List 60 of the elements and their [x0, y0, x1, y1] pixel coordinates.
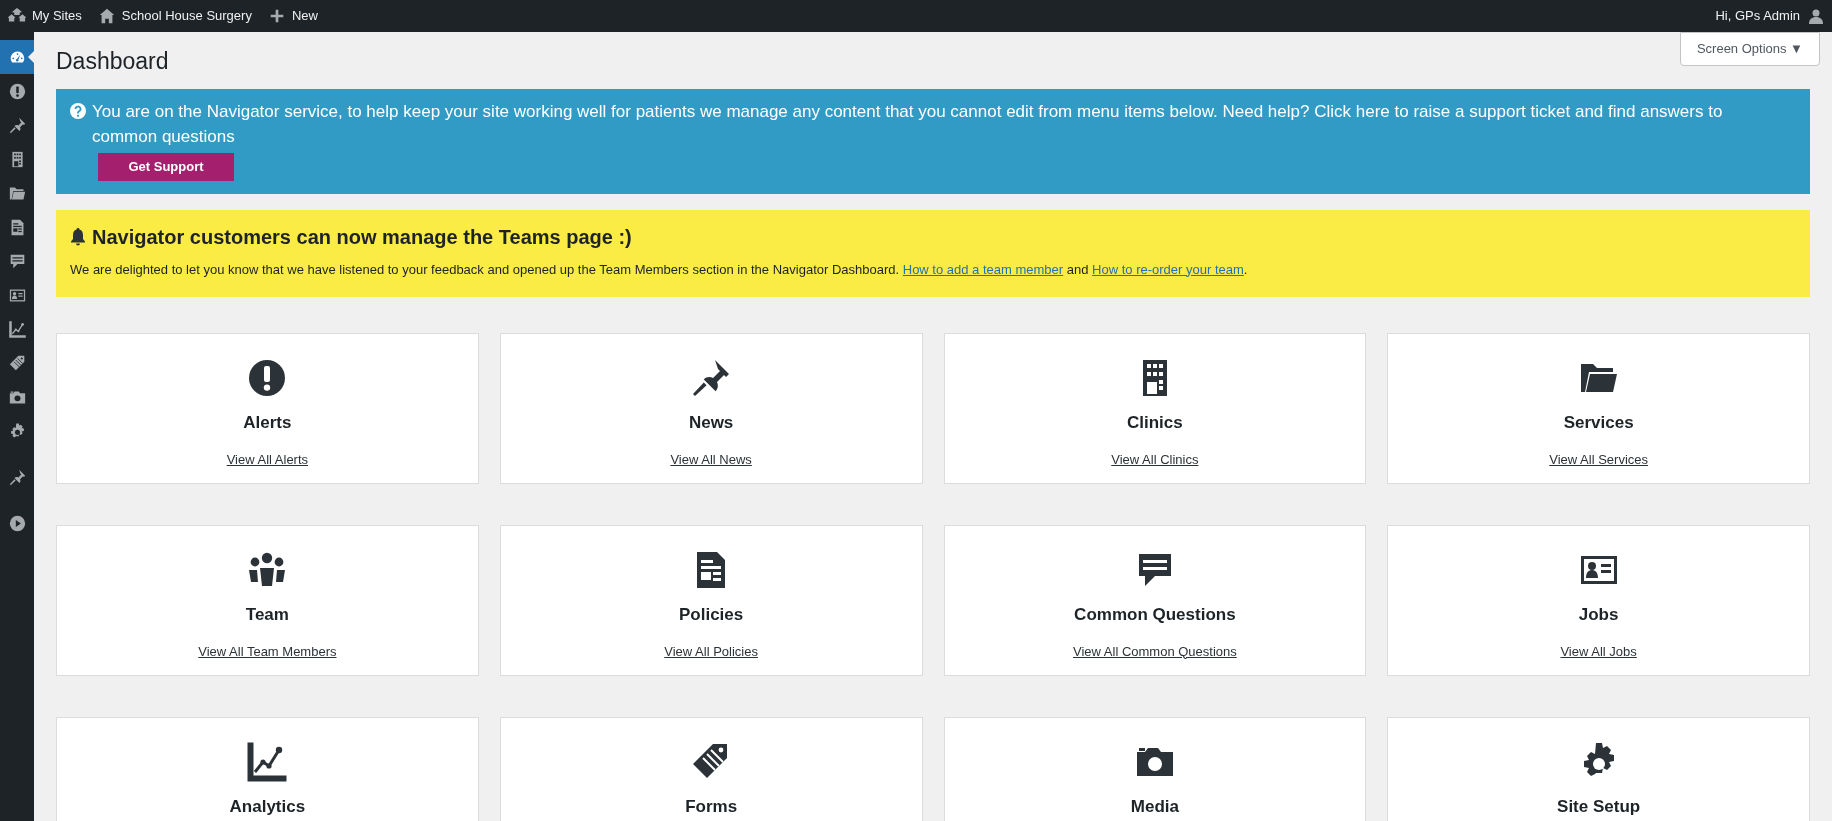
card-title: Media [1130, 796, 1179, 818]
line-chart-icon [247, 742, 288, 782]
view-all-link[interactable]: View All News [670, 449, 752, 469]
play-icon [8, 514, 26, 532]
dashboard-card[interactable]: Policies View All Policies [499, 525, 923, 676]
speech-bubble-icon [8, 252, 26, 270]
current-page-pointer [28, 51, 34, 63]
dashboard-card[interactable]: Forms [499, 717, 923, 821]
question-icon [70, 102, 86, 119]
card-title: Common Questions [1074, 604, 1236, 626]
view-all-link[interactable]: View All Team Members [198, 641, 337, 661]
page-title: Dashboard [56, 47, 169, 76]
view-all-link[interactable]: View All Clinics [1111, 449, 1199, 469]
settings-icon [8, 422, 26, 440]
user-greeting[interactable]: Hi, GPs Admin [1715, 6, 1800, 26]
sidebar-menu-item[interactable] [0, 40, 34, 74]
exclamation-icon [8, 82, 26, 100]
pushpin-icon [691, 358, 732, 398]
dashboard-card[interactable]: Jobs View All Jobs [1387, 525, 1810, 676]
card-title: Alerts [243, 412, 292, 434]
dashboard-card[interactable]: Common Questions View All Common Questions [943, 525, 1367, 676]
admin-bar-link[interactable]: New [267, 6, 318, 26]
dashboard-card[interactable]: Clinics View All Clinics [943, 333, 1367, 484]
tag-icon [8, 354, 26, 372]
line-chart-icon [8, 320, 26, 338]
card-title: Analytics [229, 796, 306, 818]
view-all-link[interactable]: View All Common Questions [1073, 641, 1237, 661]
view-all-link[interactable]: View All Services [1549, 449, 1648, 469]
get-support-button[interactable]: Get Support [98, 152, 234, 181]
house-icon [97, 7, 116, 25]
dashboard-card[interactable]: News View All News [499, 333, 923, 484]
view-all-link[interactable]: View All Policies [664, 641, 758, 661]
notice-text: We are delighted to let you know that we have listened to your feedback and opened up the Team Members section in the Navigator Dashboard. How to add a team member and How to re-order your team. [70, 260, 1249, 279]
card-title: Forms [685, 796, 738, 818]
dashboard-card[interactable]: Team View All Team Members [56, 525, 479, 676]
card-title: Services [1563, 412, 1634, 434]
help-link[interactable]: How to add a team member [902, 261, 1064, 277]
pushpin-icon [8, 468, 26, 486]
view-all-link[interactable]: View All Jobs [1560, 641, 1637, 661]
admin-bar-link[interactable]: School House Surgery [97, 6, 252, 26]
notice-heading: Navigator customers can now manage the Teams page :) [92, 224, 632, 250]
dashboard-card[interactable]: Alerts View All Alerts [56, 333, 479, 484]
card-title: Site Setup [1557, 796, 1641, 818]
bell-icon [70, 227, 86, 246]
dashboard-card[interactable]: Analytics [56, 717, 479, 821]
exclamation-icon [247, 358, 288, 398]
card-title: Policies [679, 604, 744, 626]
admin-bar-link[interactable]: My Sites [8, 6, 82, 26]
dashboard-card[interactable]: Media [943, 717, 1367, 821]
dashboard-card[interactable]: Services View All Services [1387, 333, 1810, 484]
card-title: News [688, 412, 734, 434]
user-avatar-icon [1808, 8, 1824, 24]
view-all-link[interactable]: View All Alerts [226, 449, 309, 469]
pushpin-icon [8, 116, 26, 134]
dashboard-card[interactable]: Site Setup [1387, 717, 1810, 821]
card-title: Team [245, 604, 289, 626]
help-link[interactable]: How to re-order your team [1092, 261, 1244, 277]
card-title: Clinics [1127, 412, 1183, 434]
card-title: Jobs [1578, 604, 1619, 626]
screen-options-button[interactable]: Screen Options ▼ [1679, 32, 1820, 66]
